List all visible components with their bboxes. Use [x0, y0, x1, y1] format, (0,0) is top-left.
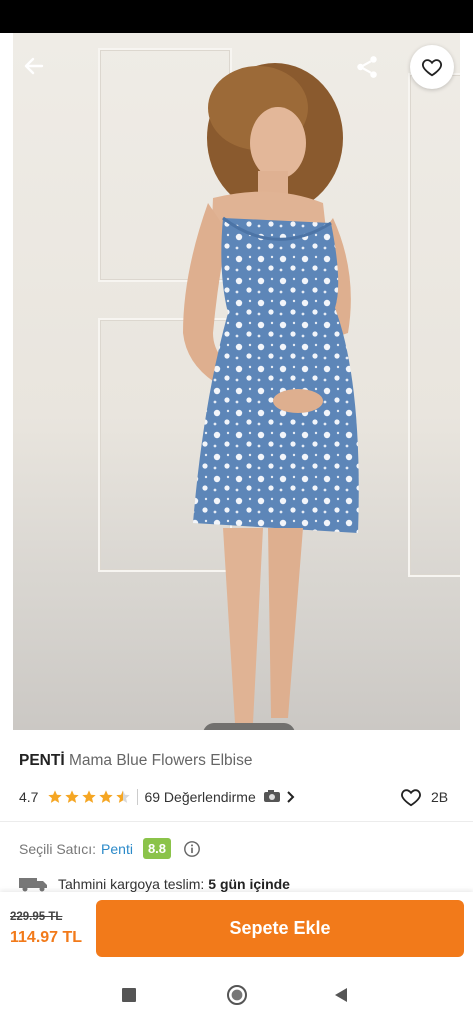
circle-icon: [227, 985, 247, 1005]
add-to-cart-button[interactable]: Sepete Ekle: [96, 900, 464, 957]
truck-icon: [19, 878, 47, 892]
status-bar: [0, 0, 473, 33]
info-icon[interactable]: [183, 840, 201, 858]
delivery-row: Tahmini kargoya teslim: 5 gün içinde: [19, 874, 290, 894]
star-icon: [116, 790, 131, 803]
image-pagination: [203, 723, 295, 730]
seller-name-link[interactable]: Penti: [101, 841, 133, 857]
recents-button[interactable]: [118, 984, 140, 1006]
seller-score-badge: 8.8: [142, 838, 172, 859]
star-icon: [65, 790, 80, 803]
delivery-value: 5 gün içinde: [208, 876, 290, 892]
seller-row: Seçili Satıcı: Penti 8.8: [19, 838, 201, 859]
delivery-label: Tahmini kargoya teslim:: [58, 876, 205, 892]
rating-stars: [47, 789, 131, 805]
rating-row: 4.7 69 Değerlendirme: [19, 787, 296, 807]
section-divider: [0, 821, 473, 822]
seller-label: Seçili Satıcı:: [19, 840, 97, 857]
camera-icon: [263, 790, 280, 802]
current-price: 114.97 TL: [10, 929, 83, 946]
product-name: Mama Blue Flowers Elbise: [68, 752, 253, 769]
share-button[interactable]: [350, 50, 384, 84]
product-title: PENTİ Mama Blue Flowers Elbise: [19, 752, 252, 770]
reviews-label: 69 Değerlendirme: [144, 789, 256, 805]
heart-icon: [422, 59, 442, 77]
triangle-back-icon: [335, 988, 347, 1002]
home-button[interactable]: [225, 983, 249, 1007]
brand-name[interactable]: PENTİ: [19, 752, 65, 769]
favorites-count-value: 2B: [431, 789, 449, 805]
product-image-gallery[interactable]: [13, 33, 460, 730]
star-icon: [82, 790, 97, 803]
reviews-link[interactable]: 69 Değerlendirme: [144, 789, 280, 805]
star-icon: [99, 790, 114, 803]
old-price: 229.95 TL: [10, 911, 63, 923]
star-icon: [48, 790, 63, 803]
divider: [137, 789, 139, 805]
favorite-button[interactable]: [410, 45, 454, 89]
heart-outline-icon: [401, 789, 421, 807]
back-arrow-icon: [24, 57, 44, 75]
product-photo: [183, 63, 359, 723]
rating-value: 4.7: [19, 789, 39, 805]
back-button[interactable]: [18, 50, 50, 82]
share-icon: [357, 56, 377, 78]
back-nav-button[interactable]: [330, 984, 352, 1006]
square-icon: [122, 988, 136, 1002]
system-navigation-bar: [0, 970, 473, 1024]
chevron-right-icon: [286, 791, 295, 803]
favorites-count[interactable]: 2B: [400, 787, 448, 807]
